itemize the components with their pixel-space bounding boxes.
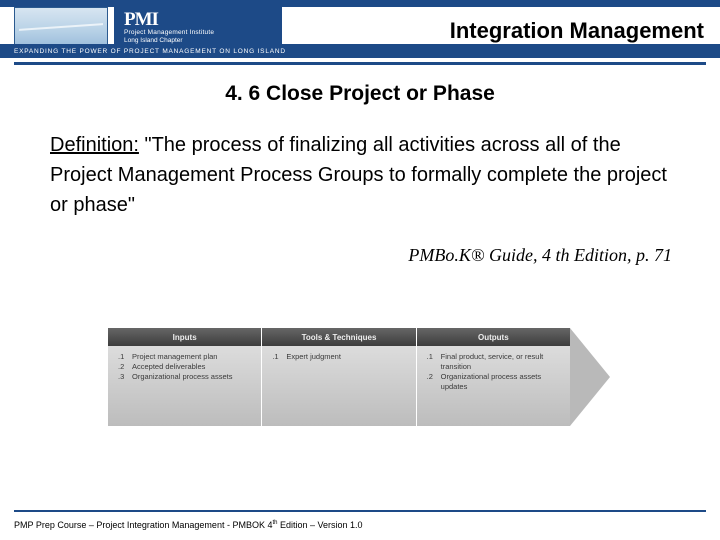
tools-header: Tools & Techniques bbox=[262, 328, 415, 346]
definition-block: Definition: "The process of finalizing a… bbox=[50, 130, 672, 220]
inputs-header: Inputs bbox=[108, 328, 261, 346]
citation: PMBo.K® Guide, 4 th Edition, p. 71 bbox=[50, 245, 672, 266]
footer-rule bbox=[14, 510, 706, 512]
banner-top-stripe bbox=[0, 0, 720, 7]
tools-column: Tools & Techniques .1Expert judgment bbox=[262, 328, 416, 426]
logo-text-block: PMI Project Management Institute Long Is… bbox=[114, 7, 282, 47]
footer-text: PMP Prep Course – Project Integration Ma… bbox=[14, 520, 363, 530]
list-item: .1Expert judgment bbox=[272, 352, 407, 362]
arrow-head-icon bbox=[570, 328, 610, 426]
list-item: .2Organizational process assets updates bbox=[427, 372, 562, 392]
logo-image bbox=[14, 7, 108, 47]
banner-tagline-bar: EXPANDING THE POWER OF PROJECT MANAGEMEN… bbox=[0, 44, 720, 58]
list-item: .2Accepted deliverables bbox=[118, 362, 253, 372]
inputs-body: .1Project management plan .2Accepted del… bbox=[108, 346, 261, 426]
process-arrow-diagram: Inputs .1Project management plan .2Accep… bbox=[108, 328, 610, 426]
slide: PMI Project Management Institute Long Is… bbox=[0, 0, 720, 540]
footer-post: Edition – Version 1.0 bbox=[277, 520, 362, 530]
header-banner: PMI Project Management Institute Long Is… bbox=[0, 0, 720, 58]
inputs-column: Inputs .1Project management plan .2Accep… bbox=[108, 328, 262, 426]
definition-label: Definition: bbox=[50, 134, 139, 156]
banner-underline bbox=[14, 62, 706, 65]
list-item: .1Final product, service, or result tran… bbox=[427, 352, 562, 372]
list-item: .3Organizational process assets bbox=[118, 372, 253, 382]
banner-tagline: EXPANDING THE POWER OF PROJECT MANAGEMEN… bbox=[14, 48, 286, 55]
page-title: Integration Management bbox=[450, 18, 704, 44]
arrow-body: Inputs .1Project management plan .2Accep… bbox=[108, 328, 570, 426]
footer-pre: PMP Prep Course – Project Integration Ma… bbox=[14, 520, 272, 530]
outputs-body: .1Final product, service, or result tran… bbox=[417, 346, 570, 426]
logo-pmi: PMI bbox=[124, 11, 274, 29]
definition-text: "The process of finalizing all activitie… bbox=[50, 134, 667, 216]
tools-body: .1Expert judgment bbox=[262, 346, 415, 426]
outputs-column: Outputs .1Final product, service, or res… bbox=[417, 328, 570, 426]
section-heading: 4. 6 Close Project or Phase bbox=[0, 82, 720, 106]
list-item: .1Project management plan bbox=[118, 352, 253, 362]
outputs-header: Outputs bbox=[417, 328, 570, 346]
logo-org: Project Management Institute bbox=[124, 29, 274, 37]
